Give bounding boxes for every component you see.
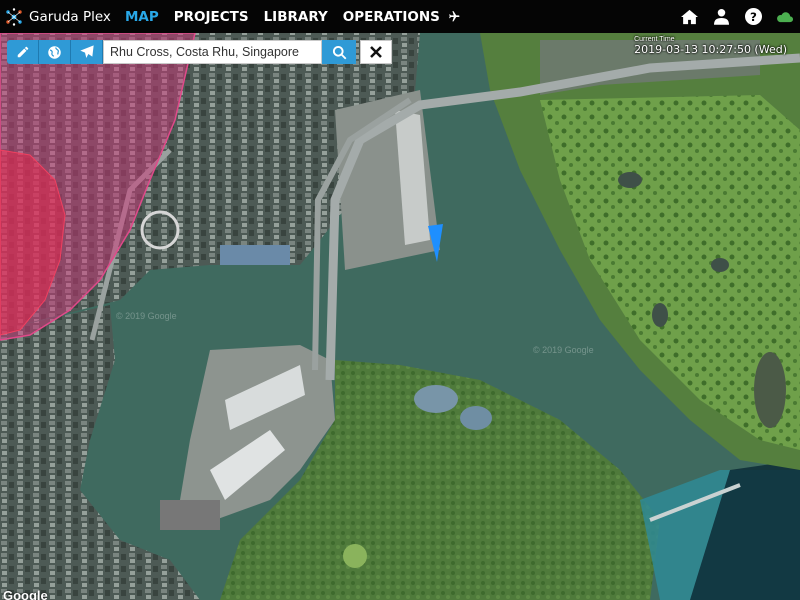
nav-map-label: MAP <box>124 8 159 25</box>
map-watermark: © 2019 Google <box>533 345 594 355</box>
search-button[interactable] <box>322 40 356 64</box>
nav-operations[interactable]: OPERATIONS <box>343 9 460 25</box>
plane-icon <box>449 11 460 22</box>
search-icon <box>332 45 346 59</box>
garuda-logo[interactable]: Garuda Plex <box>4 7 125 27</box>
app-name: Garuda Plex <box>29 8 111 25</box>
logo-icon <box>6 7 22 26</box>
current-time-value: 2019-03-13 10:27:50 (Wed) <box>634 43 787 56</box>
clear-search-button[interactable] <box>360 40 392 64</box>
map-toolbar <box>7 40 392 64</box>
user-icon[interactable] <box>712 8 730 26</box>
nav-operations-label: OPERATIONS <box>342 8 440 25</box>
current-time-label: Current Time <box>634 36 675 43</box>
close-icon <box>370 46 382 58</box>
nav-map[interactable]: MAP <box>125 9 159 25</box>
pencil-icon <box>17 46 28 58</box>
globe-button[interactable] <box>39 40 71 64</box>
nav-projects[interactable]: PROJECTS <box>174 9 249 25</box>
location-search-input[interactable] <box>103 40 322 64</box>
header-icons: ? <box>666 0 794 33</box>
send-icon <box>79 45 94 58</box>
top-nav-bar: Garuda Plex MAP PROJECTS LIBRARY OPERATI… <box>0 0 800 33</box>
send-button[interactable] <box>71 40 103 64</box>
globe-icon <box>48 45 61 59</box>
draw-button[interactable] <box>7 40 39 64</box>
nav-projects-label: PROJECTS <box>173 8 249 25</box>
svg-text:?: ? <box>750 10 757 24</box>
nav-library-label: LIBRARY <box>263 8 328 25</box>
google-attribution: Google <box>3 588 48 600</box>
help-icon[interactable]: ? <box>744 8 762 26</box>
cloud-icon[interactable] <box>776 8 794 26</box>
satellite-map[interactable]: © 2019 Google © 2019 Google Google <box>0 33 800 600</box>
map-watermark: © 2019 Google <box>116 311 177 321</box>
home-icon[interactable] <box>680 8 698 26</box>
current-time-panel: Current Time 2019-03-13 10:27:50 (Wed) <box>634 36 787 56</box>
nav-library[interactable]: LIBRARY <box>264 9 328 25</box>
